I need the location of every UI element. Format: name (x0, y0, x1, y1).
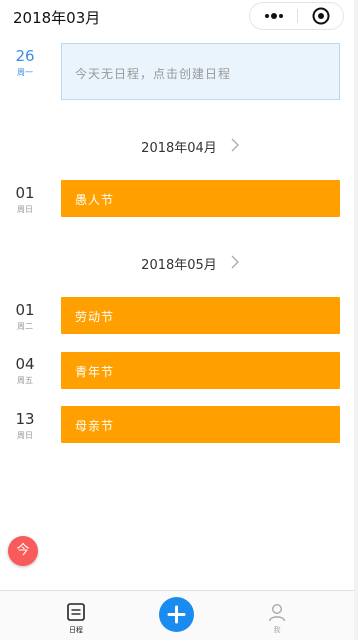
month-header-april[interactable]: 2018年04月 (0, 135, 358, 156)
event-weekday: 周日 (17, 431, 33, 440)
chevron-right-icon (231, 255, 239, 269)
more-dots-icon[interactable] (250, 3, 297, 29)
today-button[interactable]: 今 (8, 536, 38, 566)
user-icon (268, 603, 286, 622)
event-weekday: 周五 (17, 376, 33, 385)
event-day: 04 (15, 355, 35, 373)
tab-me[interactable]: 我 (247, 591, 307, 641)
page-title: 2018年03月 (13, 9, 101, 27)
event-date: 01 周二 (6, 301, 44, 333)
event-date: 13 周日 (6, 410, 44, 442)
today-day: 26 (15, 47, 35, 65)
event-day: 01 (15, 184, 35, 202)
event-card[interactable]: 愚人节 (61, 180, 340, 217)
month-label: 2018年04月 (141, 141, 217, 156)
create-schedule-card[interactable]: 今天无日程，点击创建日程 (61, 43, 340, 100)
event-card[interactable]: 母亲节 (61, 406, 340, 443)
month-label: 2018年05月 (141, 258, 217, 273)
event-title: 青年节 (75, 365, 115, 379)
top-bar: 2018年03月 (0, 0, 358, 34)
mini-program-capsule (249, 2, 344, 30)
event-title: 愚人节 (75, 193, 115, 207)
target-circle-icon[interactable] (298, 3, 344, 29)
tab-me-label: 我 (273, 626, 281, 634)
add-schedule-button[interactable] (159, 597, 194, 632)
event-card[interactable]: 劳动节 (61, 297, 340, 334)
event-day: 01 (15, 301, 35, 319)
event-title: 母亲节 (75, 419, 115, 433)
event-day: 13 (15, 410, 35, 428)
event-weekday: 周日 (17, 205, 33, 214)
event-date: 01 周日 (6, 184, 44, 216)
empty-schedule-text: 今天无日程，点击创建日程 (75, 67, 232, 81)
event-weekday: 周二 (17, 322, 33, 331)
event-date: 04 周五 (6, 355, 44, 387)
event-card[interactable]: 青年节 (61, 352, 340, 389)
tab-calendar[interactable]: 日程 (46, 591, 106, 641)
today-date: 26 周一 (6, 47, 44, 79)
month-header-may[interactable]: 2018年05月 (0, 252, 358, 273)
plus-icon (167, 605, 186, 624)
event-title: 劳动节 (75, 310, 115, 324)
tab-calendar-label: 日程 (69, 626, 83, 634)
today-weekday: 周一 (17, 68, 33, 77)
calendar-list-icon (67, 603, 85, 621)
scrollbar-track (354, 0, 358, 640)
chevron-right-icon (231, 138, 239, 152)
